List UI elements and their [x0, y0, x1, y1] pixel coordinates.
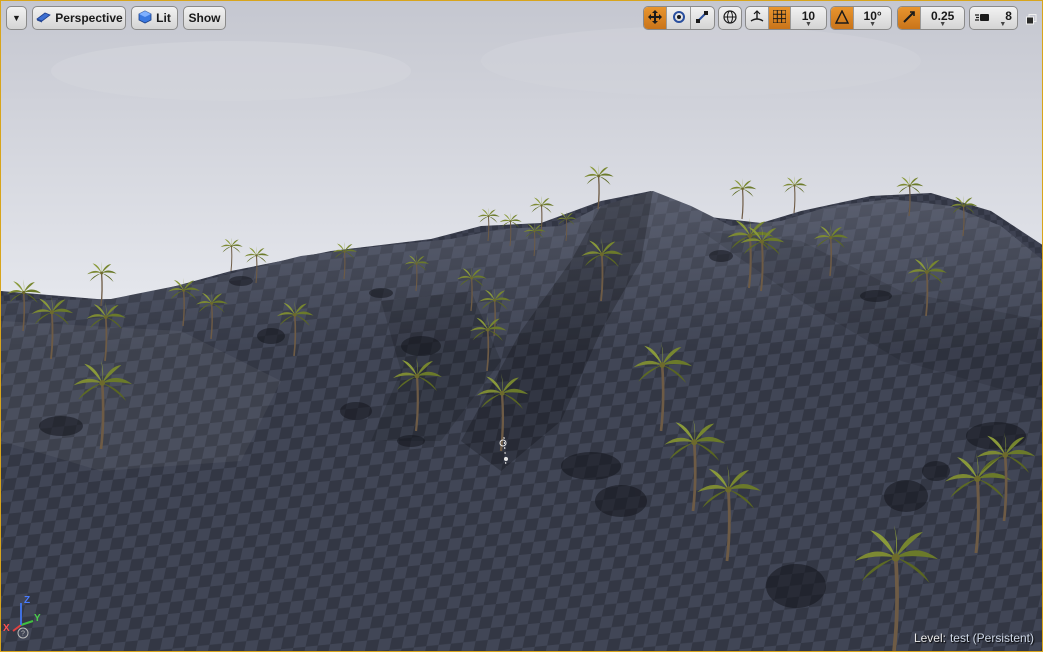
level-info: Level: test (Persistent) [914, 631, 1034, 645]
view-mode-label: Perspective [55, 11, 123, 25]
chevron-down-icon: ▼ [804, 21, 812, 28]
maximize-viewport-button[interactable] [1026, 12, 1037, 25]
axis-z-label: Z [24, 595, 31, 606]
scale-snap-group: 0.25 ▼ [897, 6, 965, 30]
level-viewport[interactable]: ▼ Perspective Lit Show 10 ▼ 10° ▼ 0.25 ▼… [0, 0, 1043, 652]
chevron-down-icon: ▼ [12, 13, 21, 23]
translate-mode-button[interactable] [644, 7, 668, 29]
rotation-snap-group: 10° ▼ [830, 6, 892, 30]
scale-icon [695, 10, 709, 27]
svg-text:?: ? [21, 631, 25, 638]
lit-label: Lit [156, 11, 171, 25]
grid-snap-group: 10 ▼ [745, 6, 827, 30]
scale-snap-toggle[interactable] [898, 7, 922, 29]
show-label: Show [188, 11, 221, 25]
lit-cube-icon [138, 10, 152, 27]
view-lit-button[interactable]: Lit [131, 6, 178, 30]
globe-icon [723, 9, 737, 27]
camera-speed-button[interactable]: 8 ▼ [969, 6, 1018, 30]
axis-x-label: X [3, 623, 10, 634]
rotation-snap-toggle[interactable] [831, 7, 855, 29]
chevron-down-icon: ▼ [999, 21, 1007, 28]
camera-speed-icon [975, 11, 991, 26]
scale-snap-icon [902, 10, 916, 27]
axis-gizmo: ? Z Y X [3, 595, 47, 639]
scale-mode-button[interactable] [691, 7, 714, 29]
scale-snap-value-dropdown[interactable]: 0.25 ▼ [921, 7, 964, 29]
surface-snap-icon [750, 9, 764, 27]
restore-window-icon [1026, 12, 1037, 29]
show-button[interactable]: Show [183, 6, 226, 30]
rotate-mode-button[interactable] [667, 7, 691, 29]
axis-y-label: Y [34, 613, 41, 624]
angle-icon [834, 8, 850, 27]
view-mode-perspective-button[interactable]: Perspective [32, 6, 126, 30]
grid-icon [772, 9, 787, 26]
surface-snap-button[interactable] [746, 7, 770, 29]
chevron-down-icon: ▼ [939, 21, 947, 28]
rotation-snap-value-dropdown[interactable]: 10° ▼ [854, 7, 891, 29]
rotate-icon [672, 10, 686, 27]
move-arrows-icon [648, 9, 663, 27]
coordinate-system-button[interactable] [718, 6, 742, 30]
perspective-cube-icon [35, 11, 52, 26]
grid-snap-toggle[interactable] [769, 7, 791, 29]
level-label: Level: [913, 631, 946, 645]
grid-snap-value-dropdown[interactable]: 10 ▼ [791, 7, 826, 29]
3d-scene[interactable] [1, 1, 1043, 652]
level-value: test (Persistent) [949, 631, 1034, 645]
chevron-down-icon: ▼ [869, 21, 877, 28]
transform-mode-group [643, 6, 715, 30]
viewport-options-button[interactable]: ▼ [6, 6, 27, 30]
